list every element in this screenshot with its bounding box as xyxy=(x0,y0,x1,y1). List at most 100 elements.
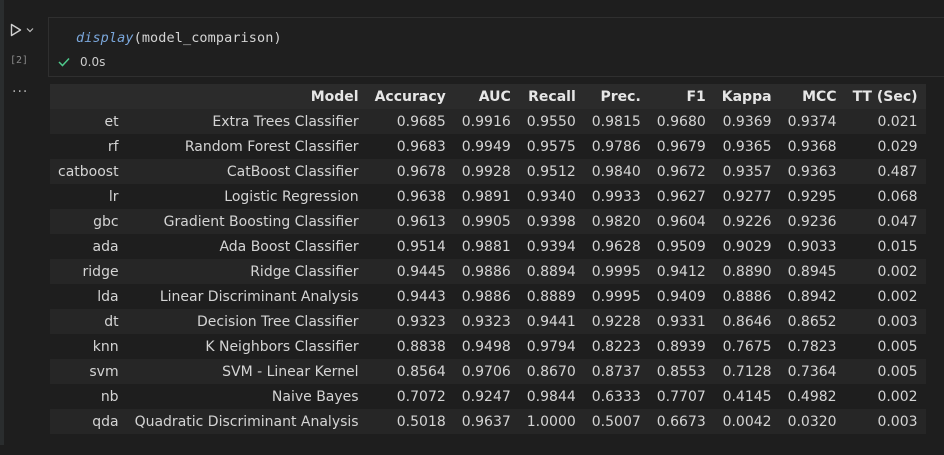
training-time-value: 0.003 xyxy=(844,309,926,334)
f1-value: 0.9627 xyxy=(648,184,714,209)
f1-value: 0.9409 xyxy=(648,284,714,309)
precision-value: 0.9628 xyxy=(583,234,649,259)
accuracy-value: 0.7072 xyxy=(366,384,454,409)
model-name: Random Forest Classifier xyxy=(126,134,367,159)
auc-value: 0.9886 xyxy=(453,259,519,284)
table-row: nb Naive Bayes 0.7072 0.9247 0.9844 0.6333 0.7… xyxy=(50,384,926,409)
precision-value: 0.5007 xyxy=(583,409,649,434)
row-index: ridge xyxy=(50,259,127,284)
table-row: gbc Gradient Boosting Classifier 0.9613 0.9… xyxy=(50,209,926,234)
mcc-value: 0.8945 xyxy=(779,259,845,284)
kappa-value: 0.9277 xyxy=(713,184,780,209)
training-time-value: 0.005 xyxy=(844,359,926,384)
kappa-value: 0.0042 xyxy=(713,409,780,434)
training-time-value: 0.003 xyxy=(844,409,926,434)
mcc-value: 0.0320 xyxy=(779,409,845,434)
cell-output: Model Accuracy AUC Recall Prec. F1 Kappa… xyxy=(50,84,926,434)
mcc-value: 0.8942 xyxy=(779,284,845,309)
header-precision: Prec. xyxy=(583,84,649,109)
kappa-value: 0.9369 xyxy=(713,109,780,134)
play-icon[interactable] xyxy=(10,23,22,37)
f1-value: 0.9509 xyxy=(648,234,714,259)
training-time-value: 0.487 xyxy=(844,159,926,184)
recall-value: 0.9441 xyxy=(518,309,584,334)
accuracy-value: 0.9638 xyxy=(366,184,454,209)
kappa-value: 0.4145 xyxy=(713,384,780,409)
row-index: rf xyxy=(50,134,127,159)
row-index: knn xyxy=(50,334,127,359)
kappa-value: 0.9029 xyxy=(713,234,780,259)
header-index xyxy=(50,84,127,109)
table-row: ada Ada Boost Classifier 0.9514 0.9881 0.939… xyxy=(50,234,926,259)
mcc-value: 0.9236 xyxy=(779,209,845,234)
precision-value: 0.6333 xyxy=(583,384,649,409)
accuracy-value: 0.5018 xyxy=(366,409,454,434)
code-line[interactable]: display(model_comparison) xyxy=(76,30,282,46)
auc-value: 0.9886 xyxy=(453,284,519,309)
accuracy-value: 0.8838 xyxy=(366,334,454,359)
header-training-time: TT (Sec) xyxy=(844,84,926,109)
auc-value: 0.9881 xyxy=(453,234,519,259)
accuracy-value: 0.9613 xyxy=(366,209,454,234)
recall-value: 0.9844 xyxy=(518,384,584,409)
auc-value: 0.9928 xyxy=(453,159,519,184)
accuracy-value: 0.8564 xyxy=(366,359,454,384)
recall-value: 0.9794 xyxy=(518,334,584,359)
model-name: Decision Tree Classifier xyxy=(126,309,367,334)
code-open-paren: ( xyxy=(133,30,142,46)
f1-value: 0.6673 xyxy=(648,409,714,434)
table-row: ridge Ridge Classifier 0.9445 0.9886 0.8894 0… xyxy=(50,259,926,284)
table-row: lda Linear Discriminant Analysis 0.9443 0.9… xyxy=(50,284,926,309)
model-name: Extra Trees Classifier xyxy=(126,109,367,134)
row-index: lda xyxy=(50,284,127,309)
kappa-value: 0.7128 xyxy=(713,359,780,384)
accuracy-value: 0.9445 xyxy=(366,259,454,284)
recall-value: 0.9512 xyxy=(518,159,584,184)
ellipsis-icon[interactable]: ··· xyxy=(12,84,28,100)
f1-value: 0.9672 xyxy=(648,159,714,184)
recall-value: 0.8670 xyxy=(518,359,584,384)
row-index: nb xyxy=(50,384,127,409)
table-body: et Extra Trees Classifier 0.9685 0.9916 0.95… xyxy=(50,109,926,434)
execution-count: [2] xyxy=(10,55,29,66)
recall-value: 0.9550 xyxy=(518,109,584,134)
code-cell-editor[interactable] xyxy=(48,17,944,77)
recall-value: 0.9575 xyxy=(518,134,584,159)
training-time-value: 0.005 xyxy=(844,334,926,359)
model-name: Ridge Classifier xyxy=(126,259,367,284)
model-name: Linear Discriminant Analysis xyxy=(126,284,367,309)
auc-value: 0.9949 xyxy=(453,134,519,159)
header-recall: Recall xyxy=(518,84,584,109)
model-name: SVM - Linear Kernel xyxy=(126,359,367,384)
f1-value: 0.9412 xyxy=(648,259,714,284)
auc-value: 0.9891 xyxy=(453,184,519,209)
accuracy-value: 0.9443 xyxy=(366,284,454,309)
auc-value: 0.9637 xyxy=(453,409,519,434)
check-icon xyxy=(58,57,70,67)
run-cell-button[interactable] xyxy=(10,20,38,40)
cell-focus-gutter xyxy=(0,0,4,445)
recall-value: 0.9398 xyxy=(518,209,584,234)
model-name: Gradient Boosting Classifier xyxy=(126,209,367,234)
precision-value: 0.8737 xyxy=(583,359,649,384)
table-row: rf Random Forest Classifier 0.9683 0.9949 0.… xyxy=(50,134,926,159)
code-function-name: display xyxy=(76,30,134,46)
chevron-down-icon[interactable] xyxy=(26,27,34,33)
recall-value: 0.9394 xyxy=(518,234,584,259)
execution-time: 0.0s xyxy=(80,55,106,69)
accuracy-value: 0.9683 xyxy=(366,134,454,159)
header-kappa: Kappa xyxy=(713,84,780,109)
training-time-value: 0.068 xyxy=(844,184,926,209)
table-row: dt Decision Tree Classifier 0.9323 0.9323 0.… xyxy=(50,309,926,334)
auc-value: 0.9247 xyxy=(453,384,519,409)
header-accuracy: Accuracy xyxy=(366,84,454,109)
row-index: qda xyxy=(50,409,127,434)
header-f1: F1 xyxy=(648,84,714,109)
precision-value: 0.9786 xyxy=(583,134,649,159)
training-time-value: 0.002 xyxy=(844,384,926,409)
kappa-value: 0.8890 xyxy=(713,259,780,284)
table-row: svm SVM - Linear Kernel 0.8564 0.9706 0.8670… xyxy=(50,359,926,384)
table-row: knn K Neighbors Classifier 0.8838 0.9498 0.9… xyxy=(50,334,926,359)
code-close-paren: ) xyxy=(273,30,282,46)
row-index: et xyxy=(50,109,127,134)
